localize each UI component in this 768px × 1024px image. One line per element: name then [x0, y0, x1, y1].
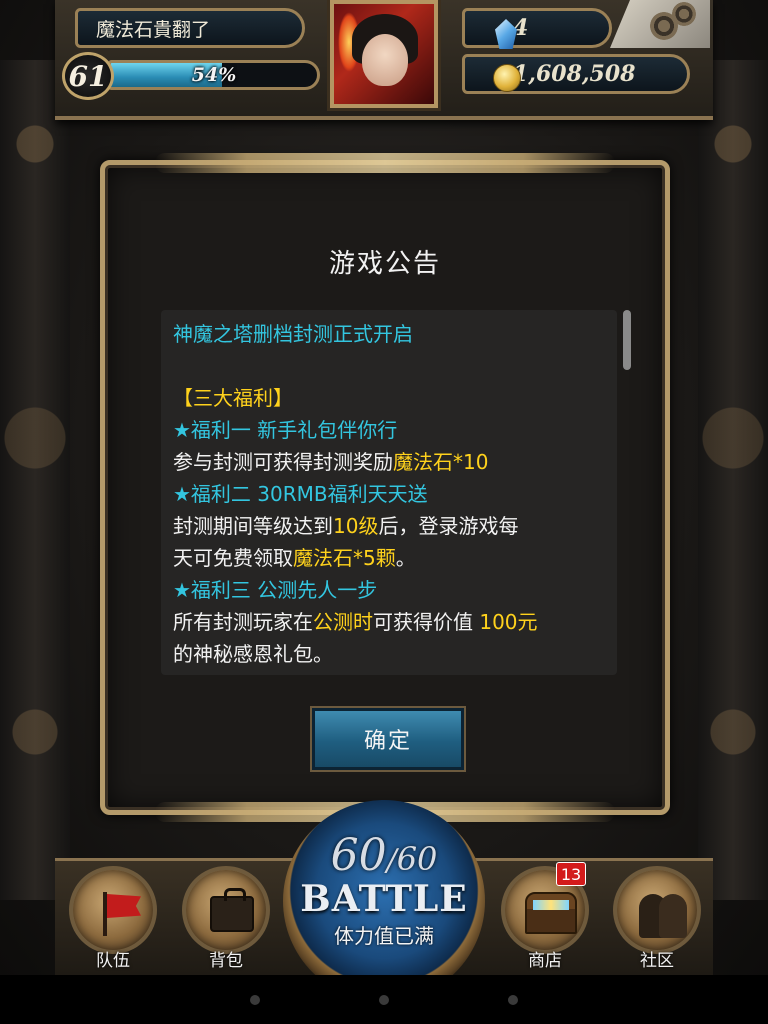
system-navigation-bar	[0, 975, 768, 1024]
notice-text-segment: ★福利一 新手礼包伴你行	[173, 418, 398, 442]
confirm-button[interactable]: 确定	[310, 706, 466, 772]
shop-notification-badge: 13	[556, 862, 586, 886]
notice-line: ★福利三 公测先人一步	[173, 574, 605, 606]
nav-shop-button[interactable]: 13 商店	[497, 862, 593, 972]
gold-coin-icon	[493, 64, 521, 92]
nav-team-label: 队伍	[96, 951, 130, 971]
stamina-max: 60	[396, 840, 438, 878]
avatar-face	[362, 34, 408, 86]
notice-text-segment: 【三大福利】	[173, 386, 293, 410]
nav-bag-label: 背包	[209, 951, 243, 971]
notice-text-segment: 10级	[333, 514, 379, 538]
scrollbar[interactable]	[623, 310, 631, 370]
left-ornament	[0, 60, 70, 900]
battle-label: BATTLE	[300, 878, 468, 920]
notice-text-segment: 可获得价值	[373, 610, 480, 634]
nav-bag-button[interactable]: 背包	[178, 866, 274, 972]
stamina-current: 60	[330, 830, 387, 881]
leader-avatar[interactable]	[330, 0, 438, 108]
notice-text-segment: 参与封测可获得封测奖励	[173, 450, 393, 474]
notice-text-segment: 后，登录游戏每	[378, 514, 519, 538]
nav-shop-label: 商店	[528, 951, 562, 971]
dialog-title: 游戏公告	[328, 249, 441, 279]
announcement-dialog: 游戏公告 神魔之塔删档封测正式开启 【三大福利】 ★福利一 新手礼包伴你行 参与封测可…	[100, 153, 670, 822]
player-name-plate[interactable]: 魔法石貴翻了	[75, 8, 305, 48]
exp-bar: 54%	[108, 60, 320, 90]
stamina-separator: /	[386, 843, 397, 878]
people-silhouette-icon	[639, 890, 689, 938]
notice-text-segment: ★福利三 公测先人一步	[173, 578, 378, 602]
notice-line: 【三大福利】	[173, 382, 605, 414]
notice-line: 封测期间等级达到10级后，登录游戏每	[173, 510, 605, 542]
notice-text-segment: 100元	[479, 610, 538, 634]
dialog-top-ornament	[155, 153, 615, 173]
notice-text-segment: ★福利二 30RMB福利天天送	[173, 482, 428, 506]
notice-text-segment: 。	[395, 546, 416, 570]
nav-community-label: 社区	[640, 951, 674, 971]
notice-line: ★福利二 30RMB福利天天送	[173, 478, 605, 510]
notice-line: 神魔之塔删档封测正式开启	[173, 318, 605, 350]
home-dot[interactable]	[379, 995, 389, 1005]
notice-text-segment: 的神秘感恩礼包。	[173, 642, 333, 666]
notice-text-segment: 所有封测玩家在	[173, 610, 313, 634]
nav-team-button[interactable]: 队伍	[65, 866, 161, 972]
treasure-chest-icon	[525, 892, 577, 934]
player-name: 魔法石貴翻了	[96, 18, 211, 41]
exp-percent: 54%	[191, 64, 237, 86]
nav-disc	[69, 866, 157, 954]
game-screen: 魔法石貴翻了 54% 61 4 1,608,508 游戏公告 神魔之塔删档封测正…	[0, 0, 768, 975]
recents-dot[interactable]	[508, 995, 518, 1005]
notice-line	[173, 350, 605, 382]
nav-disc	[613, 866, 701, 954]
back-dot[interactable]	[250, 995, 260, 1005]
notice-line: 天可免费领取魔法石*5颗。	[173, 542, 605, 574]
red-flag-icon	[99, 892, 141, 936]
level-badge: 61	[62, 52, 114, 100]
backpack-icon	[210, 888, 254, 932]
notice-line: ★福利一 新手礼包伴你行	[173, 414, 605, 446]
notice-text-segment: 封测期间等级达到	[173, 514, 333, 538]
right-ornament	[698, 60, 768, 900]
notice-line: 所有封测玩家在公测时可获得价值 100元	[173, 606, 605, 638]
stamina-display: 60/60	[283, 830, 485, 881]
coin-counter: 1,608,508	[462, 54, 690, 94]
notice-text-segment: 公测时	[313, 610, 373, 634]
notice-text-segment: 魔法石*5颗	[293, 546, 396, 570]
nav-disc	[182, 866, 270, 954]
small-gear-icon	[672, 2, 696, 26]
notice-text-segment: 天可免费领取	[173, 546, 293, 570]
stamina-status: 体力值已满	[334, 924, 434, 948]
announcement-text-box[interactable]: 神魔之塔删档封测正式开启 【三大福利】 ★福利一 新手礼包伴你行 参与封测可获得封测奖…	[161, 310, 617, 675]
nav-community-button[interactable]: 社区	[609, 866, 705, 972]
gem-counter[interactable]: 4	[462, 8, 612, 49]
battle-button[interactable]: 60/60 BATTLE 体力值已满	[283, 800, 485, 975]
notice-line: 的神秘感恩礼包。	[173, 638, 605, 670]
coin-count: 1,608,508	[513, 61, 636, 87]
notice-line: 参与封测可获得封测奖励魔法石*10	[173, 446, 605, 478]
notice-text-segment: 神魔之塔删档封测正式开启	[173, 322, 413, 346]
notice-text-segment: 魔法石*10	[393, 450, 489, 474]
